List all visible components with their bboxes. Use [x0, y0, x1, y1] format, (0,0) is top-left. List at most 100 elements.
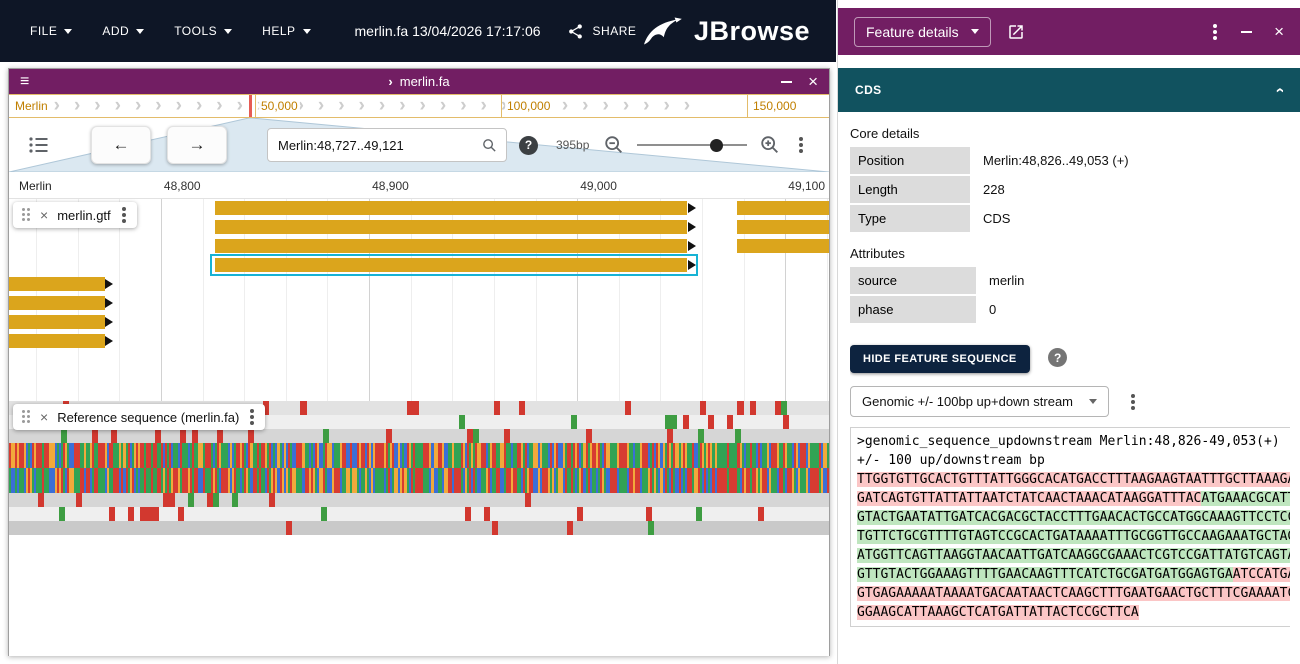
- zoom-slider[interactable]: [637, 138, 747, 152]
- menu-file[interactable]: FILE: [30, 24, 72, 38]
- pan-left-button[interactable]: ←: [91, 126, 151, 164]
- menu-add[interactable]: ADD: [102, 24, 144, 38]
- sequence-row: [9, 443, 829, 468]
- overview-separator: [747, 95, 748, 117]
- view-menu-icon[interactable]: ≡: [20, 74, 29, 90]
- translation-frame-row: [9, 507, 829, 521]
- overview-coordinate-label: 100,000: [505, 99, 552, 113]
- gene-feature[interactable]: [737, 220, 829, 234]
- gridline: [702, 199, 703, 401]
- drawer-kebab-menu[interactable]: [1211, 30, 1219, 34]
- caret-down-icon: [136, 29, 144, 34]
- kebab-icon: [1213, 30, 1217, 34]
- close-track-icon[interactable]: ×: [40, 409, 48, 425]
- row-value: 228: [970, 176, 1018, 203]
- feature-direction-arrow: [105, 279, 113, 289]
- sequence-help-icon[interactable]: ?: [1048, 348, 1067, 367]
- overview-coordinate-label: 150,000: [751, 99, 798, 113]
- location-searchbox[interactable]: Merlin:48,727..49,121: [267, 128, 507, 162]
- linear-genome-view-window: ≡ ›merlin.fa × ›››››››››››››››››››››››››…: [8, 68, 830, 656]
- menu-file-label: FILE: [30, 24, 57, 38]
- start-codon-mark: [698, 429, 704, 443]
- menu-help[interactable]: HELP: [262, 24, 310, 38]
- share-button[interactable]: SHARE: [567, 23, 637, 40]
- sequence-kebab-menu[interactable]: [1129, 400, 1137, 404]
- detail-row-type: Type CDS: [850, 205, 1290, 232]
- view-kebab-menu[interactable]: [797, 143, 805, 147]
- track-label-gtf[interactable]: × merlin.gtf: [13, 202, 137, 228]
- caret-down-icon: [1089, 399, 1097, 404]
- start-codon-mark: [61, 429, 67, 443]
- attributes-heading: Attributes: [850, 246, 1290, 261]
- zoom-in-icon[interactable]: [759, 134, 781, 156]
- cds-accordion-header[interactable]: CDS ›: [838, 68, 1300, 112]
- start-codon-mark: [781, 401, 787, 415]
- gene-feature[interactable]: [9, 334, 105, 348]
- stop-codon-mark: [109, 507, 115, 521]
- track-name: merlin.gtf: [57, 208, 110, 223]
- track-menu-icon[interactable]: [120, 213, 128, 217]
- stop-codon-mark: [567, 521, 573, 535]
- gene-feature[interactable]: [737, 239, 829, 253]
- overview-separator: [501, 95, 502, 117]
- kebab-icon: [1131, 400, 1135, 404]
- gene-feature[interactable]: [215, 201, 687, 215]
- menu-tools[interactable]: TOOLS: [174, 24, 232, 38]
- gene-feature[interactable]: [9, 277, 105, 291]
- gene-feature[interactable]: [215, 220, 687, 234]
- stop-codon-mark: [492, 521, 498, 535]
- feature-direction-arrow: [105, 298, 113, 308]
- attr-row-source: source merlin: [850, 267, 1290, 294]
- toolbar-zone: ← → Merlin:48,727..49,121 ? 395bp: [9, 118, 829, 172]
- stop-codon-mark: [667, 429, 673, 443]
- gene-feature[interactable]: [9, 315, 105, 329]
- open-in-new-button[interactable]: [1007, 23, 1025, 41]
- base-stripe: [827, 443, 829, 468]
- track-name: Reference sequence (merlin.fa): [57, 410, 239, 425]
- minimize-view-button[interactable]: [781, 81, 792, 83]
- stop-codon-mark: [625, 401, 631, 415]
- gene-feature[interactable]: [737, 201, 829, 215]
- feature-sequence-panel[interactable]: >genomic_sequence_updownstream Merlin:48…: [850, 427, 1290, 627]
- session-title: merlin.fa 13/04/2026 17:17:06: [355, 23, 541, 39]
- view-title-label: merlin.fa: [400, 74, 450, 89]
- track-selector-icon[interactable]: [27, 133, 51, 157]
- stop-codon-mark: [586, 429, 592, 443]
- track-menu-icon[interactable]: [248, 415, 256, 419]
- drag-handle-icon[interactable]: [22, 410, 31, 424]
- gene-feature[interactable]: [9, 296, 105, 310]
- app-header: FILE ADD TOOLS HELP merlin.fa 13/04/2026…: [0, 0, 836, 62]
- row-label: Position: [850, 147, 970, 174]
- stop-codon-mark: [519, 401, 525, 415]
- stop-codon-mark: [708, 415, 714, 429]
- sequence-mode-select[interactable]: Genomic +/- 100bp up+down stream: [850, 386, 1109, 417]
- fasta-header-line1: >genomic_sequence_updownstream Merlin:48…: [857, 432, 1290, 451]
- caret-down-icon: [303, 29, 311, 34]
- track-label-refseq[interactable]: × Reference sequence (merlin.fa): [13, 404, 265, 430]
- close-view-button[interactable]: ×: [808, 73, 818, 90]
- sequence-row: [9, 468, 829, 493]
- zoom-slider-thumb[interactable]: [710, 139, 723, 152]
- sequence-actions: HIDE FEATURE SEQUENCE ?: [850, 325, 1290, 373]
- help-icon[interactable]: ?: [519, 136, 538, 155]
- start-codon-mark: [59, 507, 65, 521]
- drawer-type-select[interactable]: Feature details: [854, 17, 991, 47]
- close-drawer-button[interactable]: ×: [1274, 23, 1284, 40]
- stop-codon-mark: [783, 415, 789, 429]
- row-label: Type: [850, 205, 970, 232]
- ruler-tick-label: 49,000: [580, 179, 617, 193]
- pan-right-button[interactable]: →: [167, 126, 227, 164]
- drag-handle-icon[interactable]: [22, 208, 31, 222]
- minimize-drawer-button[interactable]: [1241, 31, 1252, 33]
- overview-scalebar[interactable]: ›››››››››››››››››››››››››››››››››› Merli…: [9, 94, 829, 118]
- hide-feature-sequence-button[interactable]: HIDE FEATURE SEQUENCE: [850, 345, 1030, 373]
- zoom-out-icon[interactable]: [603, 134, 625, 156]
- overview-view-marker[interactable]: [249, 95, 252, 117]
- start-codon-mark: [671, 415, 677, 429]
- stop-codon-mark: [494, 401, 500, 415]
- ruler-refname: Merlin: [19, 179, 52, 193]
- menu-help-label: HELP: [262, 24, 295, 38]
- close-track-icon[interactable]: ×: [40, 207, 48, 223]
- selected-feature-outline: [210, 254, 698, 276]
- gene-feature[interactable]: [215, 239, 687, 253]
